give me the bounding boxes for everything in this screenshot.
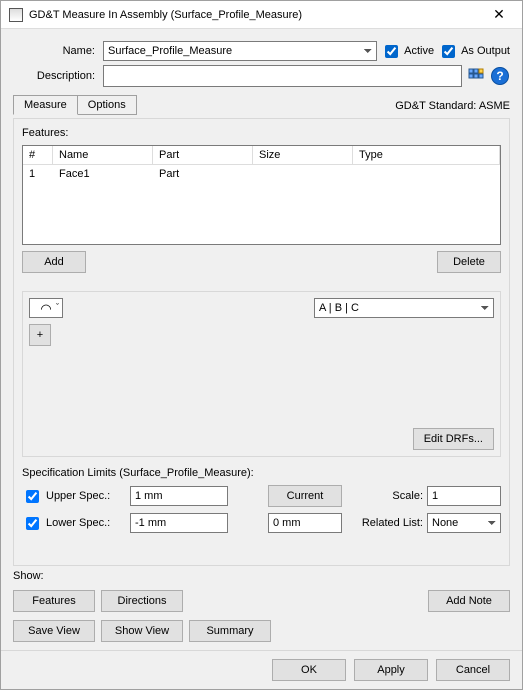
tab-options[interactable]: Options — [77, 95, 137, 115]
window-title: GD&T Measure In Assembly (Surface_Profil… — [29, 9, 484, 21]
show-directions-button[interactable]: Directions — [101, 590, 183, 612]
gdt-standard-text: GD&T Standard: ASME — [395, 100, 510, 115]
add-tolerance-button[interactable]: + — [29, 324, 51, 346]
cancel-button[interactable]: Cancel — [436, 659, 510, 681]
titlebar: GD&T Measure In Assembly (Surface_Profil… — [1, 1, 522, 29]
as-output-checkbox[interactable]: As Output — [438, 42, 510, 61]
cell-num: 1 — [23, 165, 53, 183]
features-label: Features: — [22, 127, 501, 139]
col-size[interactable]: Size — [253, 146, 353, 165]
as-output-label: As Output — [461, 45, 510, 57]
as-output-check-input[interactable] — [442, 45, 455, 58]
show-features-button[interactable]: Features — [13, 590, 95, 612]
lower-spec-label: Lower Spec.: — [46, 517, 110, 529]
upper-spec-check-input[interactable] — [26, 490, 39, 503]
properties-icon-button[interactable] — [466, 66, 486, 86]
save-view-button[interactable]: Save View — [13, 620, 95, 642]
name-combo[interactable] — [103, 41, 377, 61]
spec-limits-label: Specification Limits (Surface_Profile_Me… — [22, 467, 501, 479]
related-list-combo[interactable]: None — [427, 513, 501, 533]
related-list-label: Related List: — [353, 517, 423, 529]
lower-spec-input[interactable] — [130, 513, 228, 533]
upper-spec-checkbox[interactable]: Upper Spec.: — [22, 487, 122, 506]
apply-button[interactable]: Apply — [354, 659, 428, 681]
table-row[interactable]: 1 Face1 Part — [23, 165, 500, 183]
col-type[interactable]: Type — [353, 146, 500, 165]
help-icon: ? — [491, 67, 509, 85]
upper-spec-input[interactable] — [130, 486, 228, 506]
active-checkbox[interactable]: Active — [381, 42, 434, 61]
dialog-window: GD&T Measure In Assembly (Surface_Profil… — [0, 0, 523, 690]
lower-spec-checkbox[interactable]: Lower Spec.: — [22, 514, 122, 533]
col-part[interactable]: Part — [153, 146, 253, 165]
tab-panel: Features: # Name Part Size Type 1 Face1 … — [13, 118, 510, 566]
description-label: Description: — [13, 70, 99, 82]
add-button[interactable]: Add — [22, 251, 86, 273]
show-label: Show: — [13, 570, 510, 582]
edit-drfs-button[interactable]: Edit DRFs... — [413, 428, 494, 450]
cell-name: Face1 — [53, 165, 153, 183]
features-table[interactable]: # Name Part Size Type 1 Face1 Part — [22, 145, 501, 245]
close-button[interactable]: ✕ — [484, 5, 514, 25]
cell-size — [253, 165, 353, 183]
dialog-footer: OK Apply Cancel — [1, 650, 522, 689]
tab-measure[interactable]: Measure — [13, 95, 78, 115]
col-num[interactable]: # — [23, 146, 53, 165]
lower-spec-check-input[interactable] — [26, 517, 39, 530]
active-check-input[interactable] — [385, 45, 398, 58]
cell-type — [353, 165, 500, 183]
current-button[interactable]: Current — [268, 485, 342, 507]
description-input[interactable] — [103, 65, 462, 87]
cell-part: Part — [153, 165, 253, 183]
add-note-button[interactable]: Add Note — [428, 590, 510, 612]
profile-symbol-dropdown[interactable]: ˇ — [29, 298, 63, 318]
delete-button[interactable]: Delete — [437, 251, 501, 273]
current-value[interactable] — [268, 513, 342, 533]
datum-combo[interactable]: A | B | C — [314, 298, 494, 318]
scale-label: Scale: — [353, 490, 423, 502]
col-name[interactable]: Name — [53, 146, 153, 165]
upper-spec-label: Upper Spec.: — [46, 490, 110, 502]
active-label: Active — [404, 45, 434, 57]
chevron-down-icon: ˇ — [56, 302, 59, 312]
show-view-button[interactable]: Show View — [101, 620, 183, 642]
ok-button[interactable]: OK — [272, 659, 346, 681]
summary-button[interactable]: Summary — [189, 620, 271, 642]
help-button[interactable]: ? — [490, 66, 510, 86]
scale-input[interactable] — [427, 486, 501, 506]
app-icon — [9, 8, 23, 22]
grid-icon — [468, 68, 484, 84]
tolerance-group: ˇ A | B | C + Edit DRFs... — [22, 291, 501, 457]
name-label: Name: — [13, 45, 99, 57]
